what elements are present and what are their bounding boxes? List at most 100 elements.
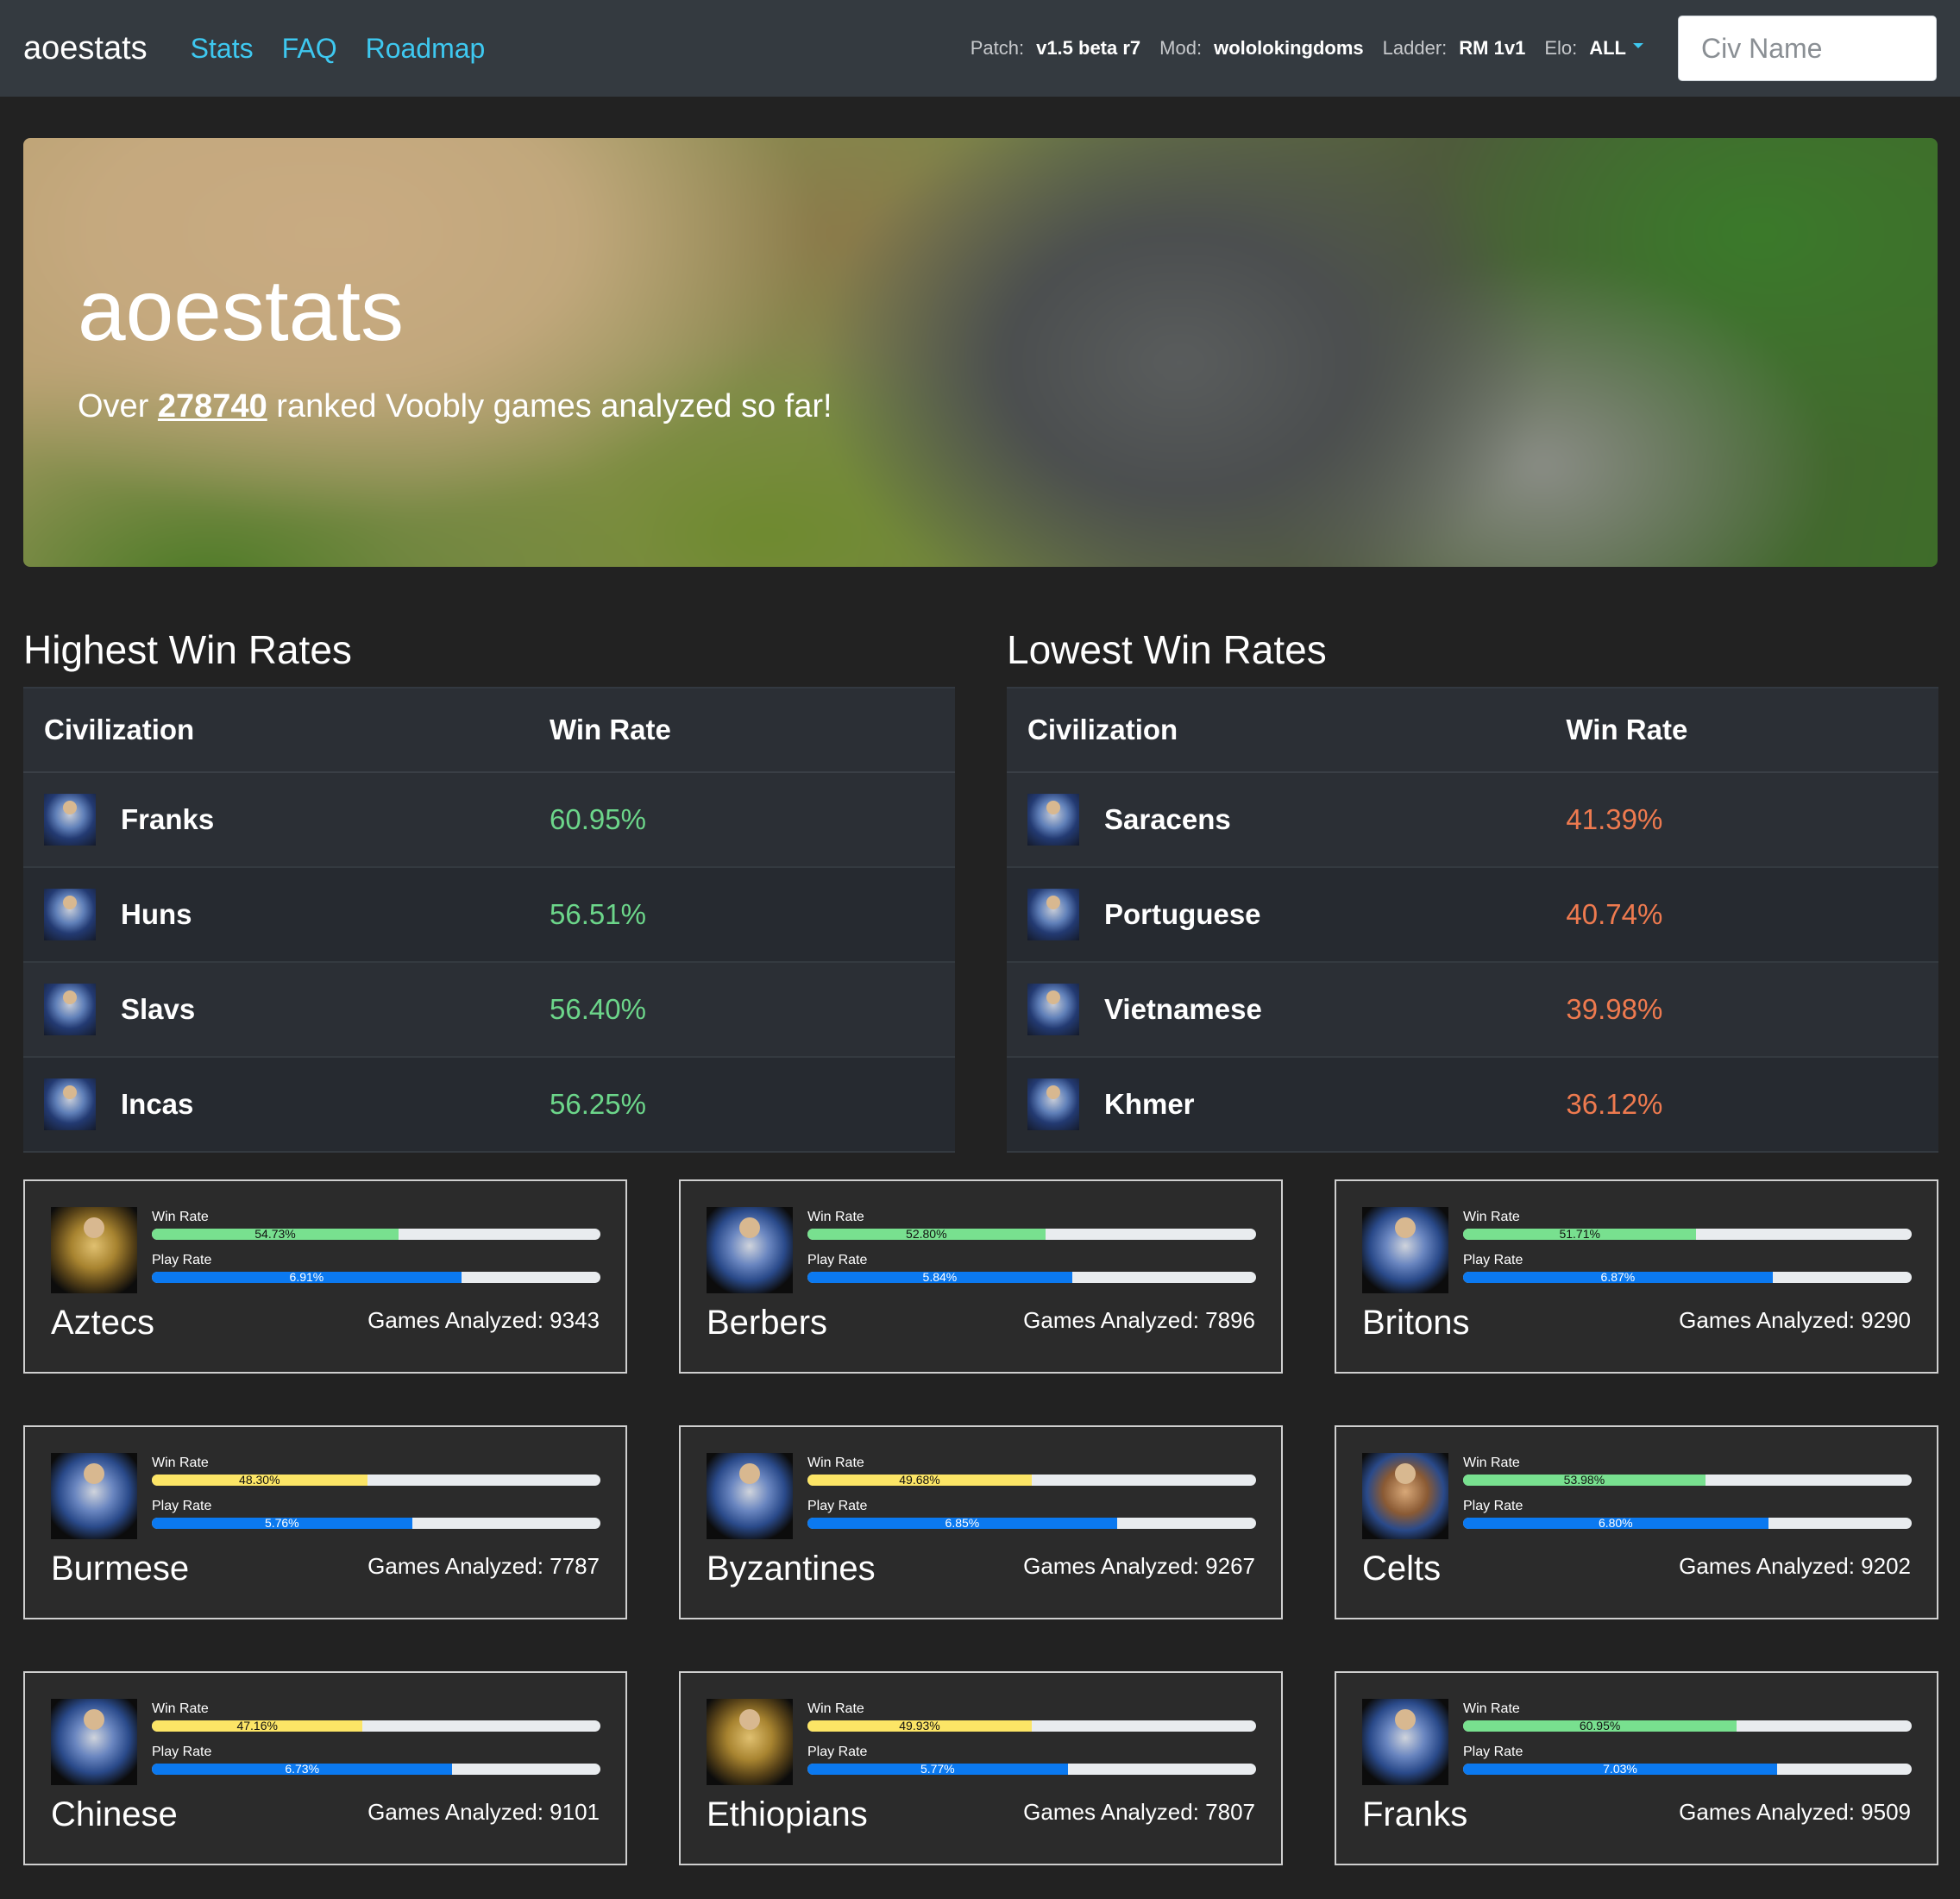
civ-card-name[interactable]: Chinese xyxy=(51,1795,178,1834)
civ-card[interactable]: Win Rate 49.68% Play Rate 6.85% Byzantin… xyxy=(679,1425,1283,1619)
civ-name-link[interactable]: Vietnamese xyxy=(1104,993,1262,1026)
civ-cell: Vietnamese xyxy=(1007,984,1566,1035)
column-header-civilization: Civilization xyxy=(44,714,195,745)
civ-unit-icon xyxy=(1362,1453,1448,1539)
civ-card[interactable]: Win Rate 51.71% Play Rate 6.87% Britons … xyxy=(1335,1179,1938,1374)
civ-name-link[interactable]: Incas xyxy=(121,1088,193,1121)
nav-link-faq[interactable]: FAQ xyxy=(282,33,337,65)
civ-card[interactable]: Win Rate 60.95% Play Rate 7.03% Franks G… xyxy=(1335,1671,1938,1865)
civ-name-link[interactable]: Khmer xyxy=(1104,1088,1195,1121)
civ-cell: Khmer xyxy=(1007,1078,1566,1130)
play-rate-label: Play Rate xyxy=(807,1253,868,1267)
play-rate-label: Play Rate xyxy=(1463,1745,1523,1759)
civ-cell: Saracens xyxy=(1007,794,1566,846)
civ-card[interactable]: Win Rate 47.16% Play Rate 6.73% Chinese … xyxy=(23,1671,627,1865)
play-rate-bar: 6.85% xyxy=(807,1518,1256,1529)
mod-filter[interactable]: Mod: wololokingdoms xyxy=(1159,37,1363,60)
win-rate-value: 36.12% xyxy=(1566,1088,1663,1120)
games-analyzed-value: 9509 xyxy=(1861,1799,1911,1825)
win-rate-bar: 51.71% xyxy=(1463,1229,1912,1240)
civ-name-link[interactable]: Saracens xyxy=(1104,803,1231,836)
win-rate-bar-fill: 49.93% xyxy=(807,1720,1032,1732)
table-row[interactable]: Saracens 41.39% xyxy=(1007,773,1938,868)
win-rate-bar: 60.95% xyxy=(1463,1720,1912,1732)
mod-label: Mod: xyxy=(1159,37,1203,59)
table-row[interactable]: Huns 56.51% xyxy=(23,868,955,963)
elo-dropdown[interactable]: Elo: ALL xyxy=(1544,37,1643,60)
civ-card-name[interactable]: Aztecs xyxy=(51,1304,154,1343)
civ-unit-icon xyxy=(1027,1078,1079,1130)
civ-unit-icon xyxy=(1362,1699,1448,1785)
win-rate-label: Win Rate xyxy=(1463,1701,1520,1716)
play-rate-bar: 6.91% xyxy=(152,1272,600,1283)
win-rate-value: 41.39% xyxy=(1566,803,1663,835)
play-rate-bar: 5.76% xyxy=(152,1518,600,1529)
games-analyzed: Games Analyzed: 9290 xyxy=(1679,1307,1911,1334)
table-row[interactable]: Franks 60.95% xyxy=(23,773,955,868)
civ-card[interactable]: Win Rate 54.73% Play Rate 6.91% Aztecs G… xyxy=(23,1179,627,1374)
civ-card-name[interactable]: Byzantines xyxy=(707,1550,876,1588)
civ-card-name[interactable]: Celts xyxy=(1362,1550,1441,1588)
ladder-value[interactable]: RM 1v1 xyxy=(1459,37,1525,60)
brand-logo[interactable]: aoestats xyxy=(23,30,148,67)
table-header: Civilization Win Rate xyxy=(1007,689,1938,773)
mod-value[interactable]: wololokingdoms xyxy=(1214,37,1364,60)
column-header-civilization: Civilization xyxy=(1027,714,1178,745)
hero-sub-prefix: Over xyxy=(78,388,158,424)
patch-filter[interactable]: Patch: v1.5 beta r7 xyxy=(971,37,1140,60)
win-rate-label: Win Rate xyxy=(152,1701,209,1716)
games-analyzed-value: 7787 xyxy=(550,1553,600,1579)
civ-name-link[interactable]: Slavs xyxy=(121,993,195,1026)
games-analyzed: Games Analyzed: 9267 xyxy=(1023,1553,1255,1580)
civ-unit-icon xyxy=(707,1207,793,1293)
games-analyzed: Games Analyzed: 9343 xyxy=(368,1307,600,1334)
win-rate-bar-fill: 52.80% xyxy=(807,1229,1046,1240)
civ-card-name[interactable]: Britons xyxy=(1362,1304,1470,1343)
table-row[interactable]: Khmer 36.12% xyxy=(1007,1058,1938,1153)
games-analyzed: Games Analyzed: 7807 xyxy=(1023,1799,1255,1826)
civ-unit-icon xyxy=(44,984,96,1035)
table-row[interactable]: Vietnamese 39.98% xyxy=(1007,963,1938,1058)
win-rate-value: 39.98% xyxy=(1566,993,1663,1025)
civ-name-link[interactable]: Portuguese xyxy=(1104,898,1261,931)
highest-win-rates-section: Highest Win Rates Civilization Win Rate … xyxy=(23,621,955,1153)
games-analyzed-label: Games Analyzed: xyxy=(1679,1799,1862,1825)
chevron-down-icon[interactable] xyxy=(1633,43,1643,48)
play-rate-bar: 6.73% xyxy=(152,1764,600,1775)
table-row[interactable]: Incas 56.25% xyxy=(23,1058,955,1153)
play-rate-bar-fill: 5.77% xyxy=(807,1764,1068,1775)
ladder-filter[interactable]: Ladder: RM 1v1 xyxy=(1383,37,1526,60)
nav-link-stats[interactable]: Stats xyxy=(191,33,254,65)
table-row[interactable]: Portuguese 40.74% xyxy=(1007,868,1938,963)
win-rate-label: Win Rate xyxy=(1463,1456,1520,1470)
civ-search-input[interactable] xyxy=(1678,16,1937,81)
win-rate-bar: 49.68% xyxy=(807,1475,1256,1486)
win-rate-value: 60.95% xyxy=(550,803,646,835)
civ-card[interactable]: Win Rate 52.80% Play Rate 5.84% Berbers … xyxy=(679,1179,1283,1374)
civ-card-name[interactable]: Berbers xyxy=(707,1304,827,1343)
civ-card[interactable]: Win Rate 48.30% Play Rate 5.76% Burmese … xyxy=(23,1425,627,1619)
civ-card-name[interactable]: Ethiopians xyxy=(707,1795,868,1834)
play-rate-bar: 6.80% xyxy=(1463,1518,1912,1529)
win-rate-bar-fill: 49.68% xyxy=(807,1475,1032,1486)
lowest-win-rates-table: Civilization Win Rate Saracens 41.39% Po… xyxy=(1007,687,1938,1153)
nav-link-roadmap[interactable]: Roadmap xyxy=(366,33,486,65)
win-rate-bar: 48.30% xyxy=(152,1475,600,1486)
civ-name-link[interactable]: Huns xyxy=(121,898,192,931)
games-count-link[interactable]: 278740 xyxy=(158,388,267,424)
patch-value[interactable]: v1.5 beta r7 xyxy=(1036,37,1140,60)
win-rate-label: Win Rate xyxy=(807,1701,864,1716)
civ-name-link[interactable]: Franks xyxy=(121,803,214,836)
civ-card[interactable]: Win Rate 53.98% Play Rate 6.80% Celts Ga… xyxy=(1335,1425,1938,1619)
hero-sub-suffix: ranked Voobly games analyzed so far! xyxy=(267,388,832,424)
win-rate-value: 56.51% xyxy=(550,898,646,930)
highest-win-rates-table: Civilization Win Rate Franks 60.95% Huns… xyxy=(23,687,955,1153)
win-rate-bar: 49.93% xyxy=(807,1720,1256,1732)
civ-card-name[interactable]: Burmese xyxy=(51,1550,189,1588)
civ-unit-icon xyxy=(1027,794,1079,846)
table-row[interactable]: Slavs 56.40% xyxy=(23,963,955,1058)
civ-card-name[interactable]: Franks xyxy=(1362,1795,1467,1834)
elo-value[interactable]: ALL xyxy=(1589,37,1626,60)
civ-card[interactable]: Win Rate 49.93% Play Rate 5.77% Ethiopia… xyxy=(679,1671,1283,1865)
win-rate-value: 56.40% xyxy=(550,993,646,1025)
